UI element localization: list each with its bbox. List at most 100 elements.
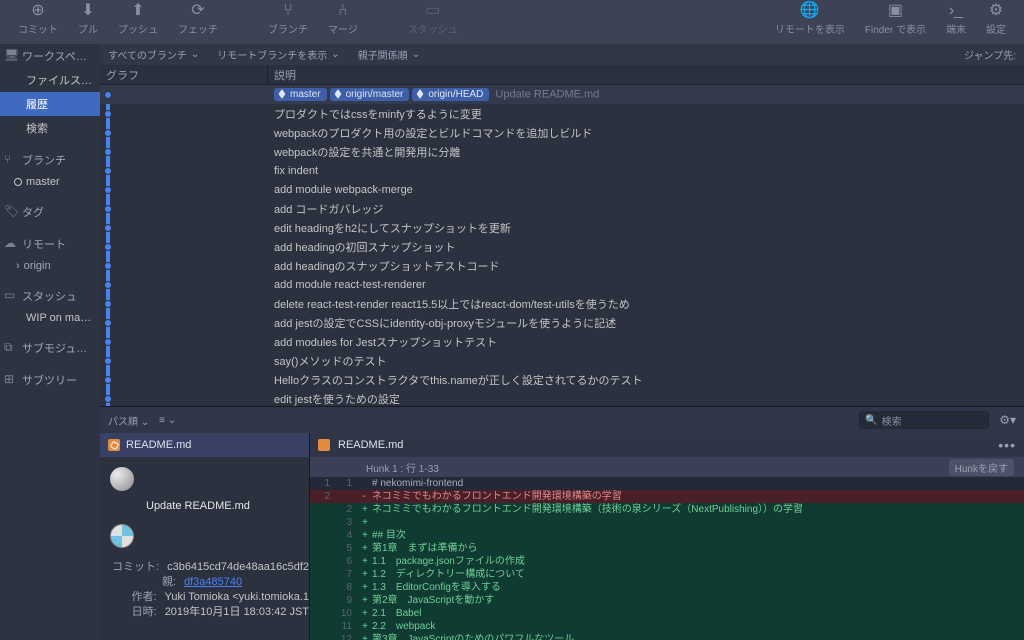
diff-settings[interactable]: ⚙▾ [999, 413, 1016, 427]
terminal-button[interactable]: ›_端末 [936, 3, 976, 36]
branch-ref[interactable]: master [274, 88, 327, 101]
commit-message: edit headingをh2にしてスナップショットを更新 [274, 223, 511, 235]
sidebar-remote-origin[interactable]: ›origin [0, 256, 100, 276]
commit-dot [104, 395, 112, 403]
diff-line: 71.2 ディレクトリー構成について [310, 568, 1024, 581]
sidebar-remotes[interactable]: ☁リモート [0, 232, 100, 256]
commit-list[interactable]: masterorigin/masterorigin/HEADUpdate REA… [100, 85, 1024, 406]
settings-button[interactable]: ⚙設定 [976, 3, 1016, 36]
sidebar-submodules[interactable]: ⧉サブモジュール [0, 336, 100, 360]
view-mode[interactable]: ≡ ⌄ [159, 415, 176, 426]
toolbar: ⊕コミット ⬇プル ⬆プッシュ ⟳フェッチ ⑂ブランチ ⑃マージ ▭スタッシュ … [0, 0, 1024, 44]
commit-button[interactable]: ⊕コミット [8, 3, 68, 36]
commit-row[interactable]: add jestの設定でCSSにidentity-obj-proxyモジュールを… [100, 313, 1024, 332]
diff-lines[interactable]: 11# nekomimi-frontend2ネコミミでもわかるフロントエンド開発… [310, 477, 1024, 640]
cloud-icon: ☁ [4, 236, 16, 250]
sort-order[interactable]: パス順 ⌄ [108, 413, 149, 428]
gear-icon: ⚙ [989, 3, 1003, 19]
modified-file-icon [108, 439, 120, 451]
commit-meta: コミット:c3b6415cd74de48aa16c5df2 親:df3a4857… [100, 556, 309, 620]
commit-row[interactable]: add modules for Jestスナップショットテスト [100, 332, 1024, 351]
commit-message: delete react-test-render react15.5以上ではre… [274, 299, 630, 311]
arrow-up-circle-icon: ⬆ [131, 3, 144, 19]
sidebar-subtrees[interactable]: ⊞サブツリー [0, 368, 100, 392]
toolbar-left: ⊕コミット ⬇プル ⬆プッシュ ⟳フェッチ ⑂ブランチ ⑃マージ ▭スタッシュ [8, 3, 468, 36]
avatar [110, 524, 134, 548]
chevron-down-icon: ⌄ [412, 49, 420, 60]
branch-ref[interactable]: origin/HEAD [412, 88, 489, 101]
filter-all-branches[interactable]: すべてのブランチ⌄ [108, 47, 199, 62]
commit-message: プロダクトではcssをminfyするように変更 [274, 109, 482, 121]
diff-line: 9第2章 JavaScriptを動かす [310, 594, 1024, 607]
stash-button[interactable]: ▭スタッシュ [398, 3, 468, 36]
file-list-pane: README.md Update README.md コミット:c3b641 [100, 433, 310, 640]
sidebar-stashes[interactable]: ▭スタッシュ [0, 284, 100, 308]
hunk-header: Hunk 1 : 行 1-33 Hunkを戻す [310, 457, 1024, 477]
header-graph: グラフ [100, 65, 268, 84]
diff-file-name: README.md [338, 439, 403, 451]
file-name: README.md [126, 439, 191, 451]
sidebar-stash-wip[interactable]: WIP on mast… [0, 308, 100, 328]
show-remote-button[interactable]: 🌐リモートを表示 [765, 3, 855, 36]
jump-to[interactable]: ジャンプ先: [964, 47, 1016, 62]
commit-message: add headingの初回スナップショット [274, 242, 456, 254]
revert-hunk-button[interactable]: Hunkを戻す [949, 459, 1014, 476]
commit-row[interactable]: edit jestを使うための設定 [100, 389, 1024, 406]
filter-show-remote[interactable]: リモートブランチを表示⌄ [217, 47, 339, 62]
committer-avatars [100, 520, 309, 556]
commit-row[interactable]: add コードガバレッジ [100, 199, 1024, 218]
merge-icon: ⑃ [338, 3, 348, 19]
sidebar-filestatus[interactable]: ファイルステー… [0, 68, 100, 92]
sidebar-branch-master[interactable]: master [0, 172, 100, 192]
commit-row[interactable]: Helloクラスのコンストラクタでthis.nameが正しく設定されてるかのテス… [100, 370, 1024, 389]
commit-row[interactable]: masterorigin/masterorigin/HEADUpdate REA… [100, 85, 1024, 104]
parent-hash[interactable]: df3a485740 [184, 575, 242, 590]
commit-author: Yuki Tomioka <yuki.tomioka.1 [165, 590, 309, 605]
diff-pane: README.md ••• Hunk 1 : 行 1-33 Hunkを戻す 11… [310, 433, 1024, 640]
commit-row[interactable]: add module react-test-renderer [100, 275, 1024, 294]
commit-row[interactable]: say()メソッドのテスト [100, 351, 1024, 370]
diff-file-header: README.md ••• [310, 433, 1024, 457]
sidebar-history[interactable]: 履歴 [0, 92, 100, 116]
branch-ref[interactable]: origin/master [330, 88, 410, 101]
commit-row[interactable]: edit headingをh2にしてスナップショットを更新 [100, 218, 1024, 237]
sidebar-branches[interactable]: ⑂ブランチ [0, 148, 100, 172]
sidebar-tags[interactable]: 🏷タグ [0, 200, 100, 224]
header-desc: 説明 [268, 65, 1024, 84]
commit-dot [104, 376, 112, 384]
arrow-down-circle-icon: ⬇ [81, 3, 94, 19]
branch-icon: ⑂ [4, 152, 11, 166]
commit-dot [104, 281, 112, 289]
commit-row[interactable]: webpackの設定を共通と開発用に分離 [100, 142, 1024, 161]
commit-dot [104, 186, 112, 194]
push-button[interactable]: ⬆プッシュ [108, 3, 168, 36]
sidebar: 🖥ワークスペース ファイルステー… 履歴 検索 ⑂ブランチ master 🏷タグ… [0, 44, 100, 640]
filter-order[interactable]: 親子関係順⌄ [358, 47, 420, 62]
commit-row[interactable]: add module webpack-merge [100, 180, 1024, 199]
merge-button[interactable]: ⑃マージ [318, 3, 368, 36]
commit-row[interactable]: add headingのスナップショットテストコード [100, 256, 1024, 275]
branch-button[interactable]: ⑂ブランチ [258, 3, 318, 36]
commit-row[interactable]: プロダクトではcssをminfyするように変更 [100, 104, 1024, 123]
commit-hash[interactable]: c3b6415cd74de48aa16c5df2 [167, 560, 309, 575]
commit-row[interactable]: add headingの初回スナップショット [100, 237, 1024, 256]
show-finder-button[interactable]: ▣Finder で表示 [855, 3, 936, 36]
commit-dot [104, 338, 112, 346]
commit-dot [104, 167, 112, 175]
commit-dot [104, 129, 112, 137]
subtree-icon: ⊞ [4, 372, 14, 386]
commit-row[interactable]: delete react-test-render react15.5以上ではre… [100, 294, 1024, 313]
search-input[interactable]: 🔍検索 [859, 411, 989, 429]
commit-row[interactable]: webpackのプロダクト用の設定とビルドコマンドを追加しビルド [100, 123, 1024, 142]
pull-button[interactable]: ⬇プル [68, 3, 108, 36]
branch-icon: ⑂ [283, 3, 293, 19]
commit-message: say()メソッドのテスト [274, 356, 386, 368]
file-tab[interactable]: README.md [100, 433, 309, 457]
commit-row[interactable]: fix indent [100, 161, 1024, 180]
sidebar-workspace[interactable]: 🖥ワークスペース [0, 44, 100, 68]
sidebar-search[interactable]: 検索 [0, 116, 100, 140]
avatar [110, 467, 134, 491]
fetch-button[interactable]: ⟳フェッチ [168, 3, 228, 36]
commit-message: Helloクラスのコンストラクタでthis.nameが正しく設定されてるかのテス… [274, 375, 643, 387]
diff-menu[interactable]: ••• [998, 437, 1016, 453]
